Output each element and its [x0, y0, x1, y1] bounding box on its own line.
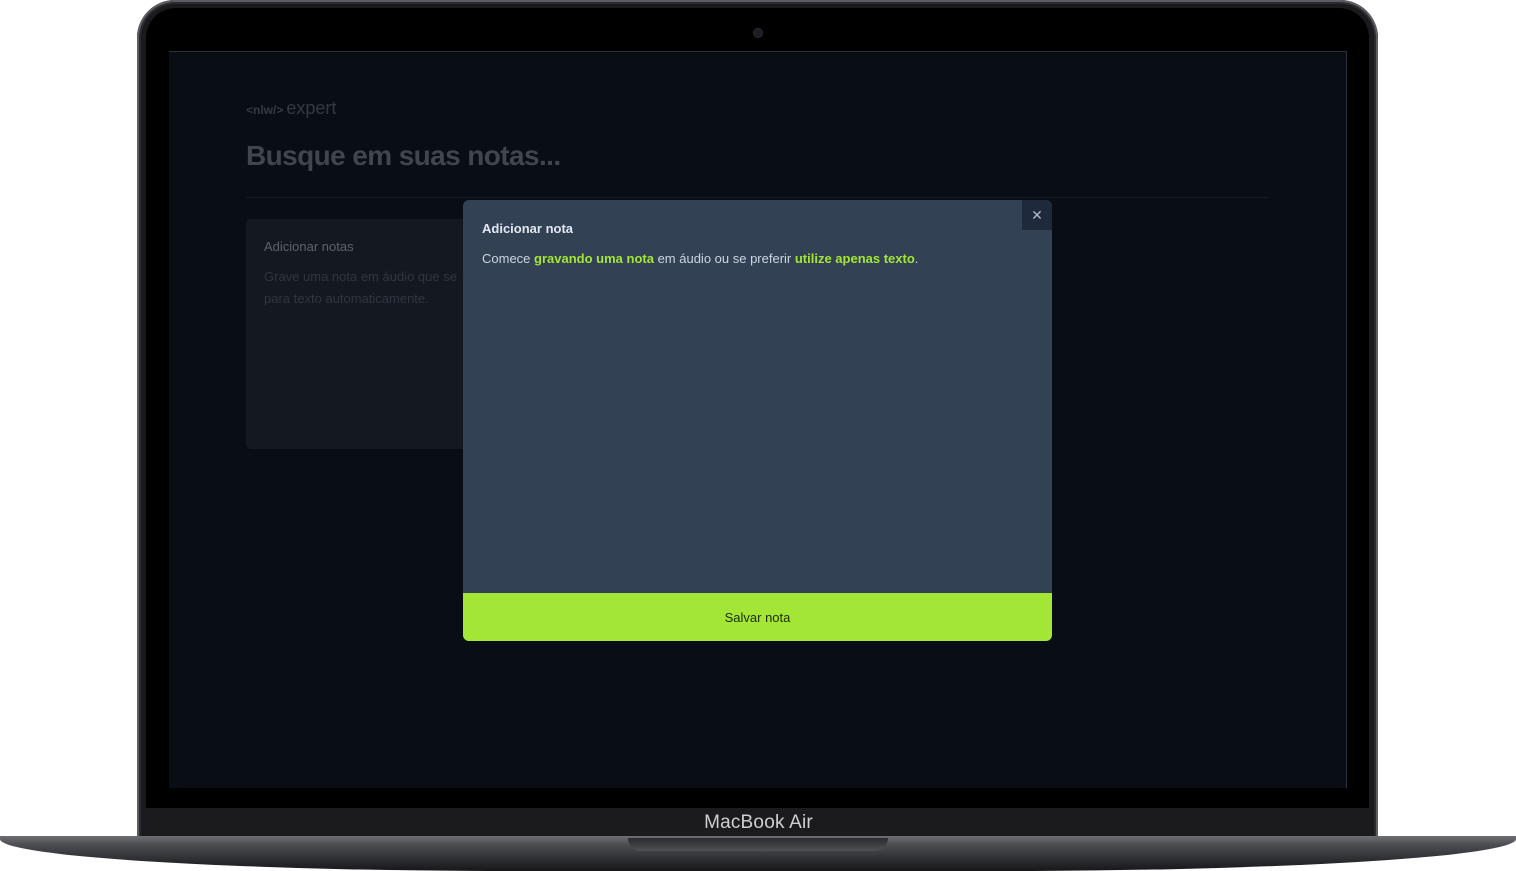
logo-word: expert [286, 98, 337, 118]
camera-icon [754, 29, 762, 37]
divider [246, 197, 1269, 198]
app-screen: <nlw/> expert Busque em suas notas... Ad… [169, 51, 1347, 788]
close-icon[interactable]: ✕ [1022, 200, 1052, 230]
modal-text-prefix: Comece [482, 251, 535, 266]
modal-instructions: Comece gravando uma nota em áudio ou se … [482, 251, 918, 266]
modal-text-middle: em áudio ou se preferir [653, 251, 795, 266]
search-input[interactable]: Busque em suas notas... [246, 140, 561, 172]
add-note-modal: ✕ Adicionar nota Comece gravando uma not… [463, 200, 1052, 641]
modal-title: Adicionar nota [482, 221, 574, 236]
app-logo: <nlw/> expert [246, 98, 336, 119]
text-only-link[interactable]: utilize apenas texto [795, 251, 915, 266]
save-note-button[interactable]: Salvar nota [463, 593, 1052, 641]
modal-text-suffix: . [914, 251, 919, 266]
logo-tag: <nlw/> [246, 103, 284, 117]
device-label: MacBook Air [146, 808, 1371, 838]
laptop-notch [628, 838, 888, 851]
record-note-link[interactable]: gravando uma nota [534, 251, 654, 266]
